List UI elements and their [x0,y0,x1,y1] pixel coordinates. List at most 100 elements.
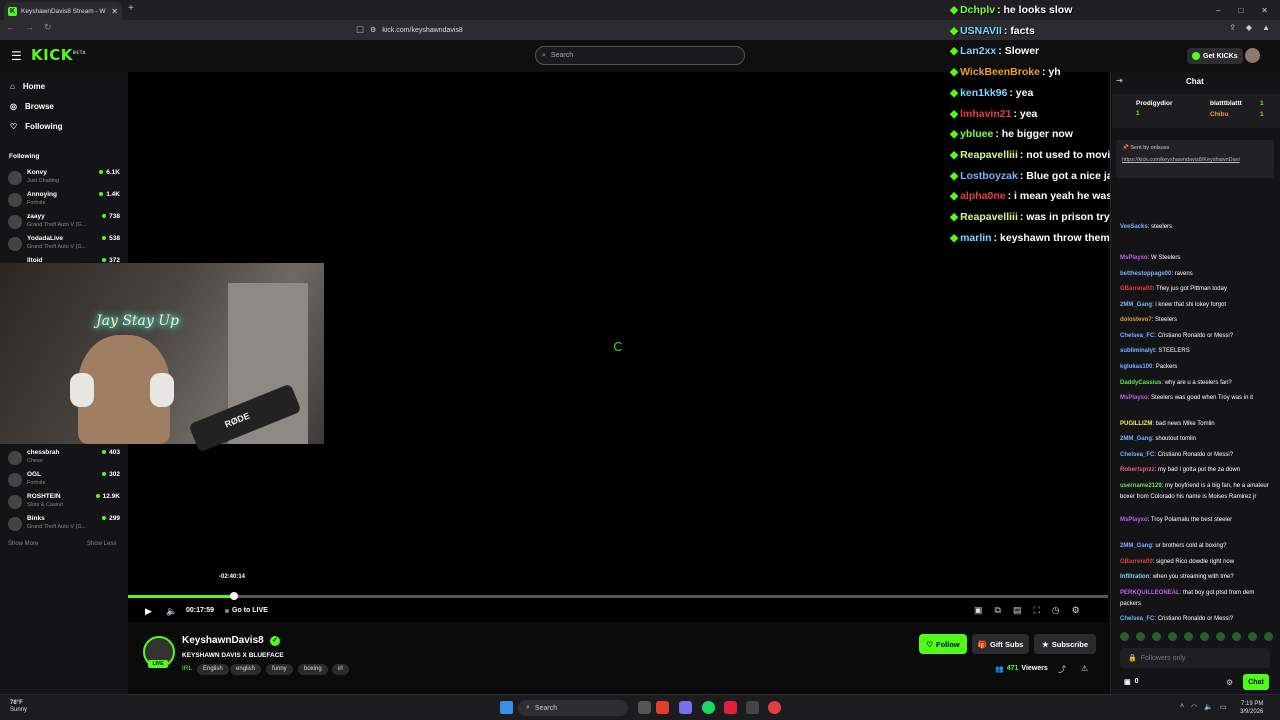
emote-icon[interactable] [1248,632,1257,641]
sidebar-item-browse[interactable]: ◎ Browse [10,102,54,111]
get-kicks-button[interactable]: Get KICKs [1187,48,1243,64]
chat-username[interactable]: subliminalyt [1120,348,1155,354]
app-icon[interactable] [746,701,759,714]
reload-icon[interactable]: ↻ [44,22,52,33]
chat-username[interactable]: 2MM_Gang [1120,436,1152,442]
url-field[interactable]: ☐ ⚙ kick.com/keyshawndavis8 [356,23,910,37]
emote-icon[interactable] [1136,632,1145,641]
kicks-balance[interactable]: ▣ 0 [1124,678,1139,686]
pinned-link[interactable]: https://kick.com/keyshawndavis8/Keyshawn… [1122,157,1268,163]
close-tab-icon[interactable]: ✕ [111,7,118,16]
show-more-button[interactable]: Show More [8,541,38,547]
sidebar-item-following[interactable]: ♡ Following [10,122,63,131]
discord-icon[interactable] [679,701,692,714]
settings-gear-icon[interactable]: ⚙ [1072,605,1080,616]
followed-channel[interactable]: OGL Fortnite 302 [8,471,120,491]
chat-username[interactable]: dolostevo7 [1120,317,1152,323]
emote-icon[interactable] [1216,632,1225,641]
share-icon[interactable]: ⤴ [1058,664,1066,675]
followed-channel[interactable]: Annoying Fortnite 1.4K [8,191,120,211]
maximize-button[interactable]: □ [1238,6,1243,15]
report-icon[interactable]: ⚠ [1081,664,1088,673]
send-chat-button[interactable]: Chat [1243,674,1269,690]
followed-channel[interactable]: ROSHTEIN Slots & Casino 12.9K [8,493,120,513]
chat-username[interactable]: GBarrera00 [1120,559,1153,565]
emote-icon[interactable] [1264,632,1273,641]
chevron-up-icon[interactable]: ˄ [1180,703,1184,711]
streamer-name[interactable]: KeyshawnDavis8 [182,635,264,646]
share-icon[interactable]: ⇪ [1229,23,1236,32]
chat-username[interactable]: MsPlayxo [1120,395,1148,401]
followed-channel[interactable]: Binks Grand Theft Auto V (G... 299 [8,515,120,535]
seek-handle[interactable] [229,592,238,600]
pinned-message[interactable]: 📌 Sent by onlsuxs https://kick.com/keysh… [1116,140,1274,178]
go-to-live-button[interactable]: Go to LIVE [225,607,268,614]
stream-category[interactable]: IRL [182,665,192,672]
spotify-icon[interactable] [702,701,715,714]
taskbar-search[interactable]: ⌕ Search [518,700,628,716]
chat-username[interactable]: kglukas100 [1120,364,1152,370]
chat-username[interactable]: MsPlayxo [1120,255,1148,261]
new-tab-button[interactable]: + [128,3,134,14]
adobe-app-icon[interactable] [724,701,737,714]
chat-username[interactable]: Robertsprzz [1120,467,1155,473]
search-input[interactable]: ⌕ Search [535,46,745,65]
chat-username[interactable]: Chelsea_FC [1120,333,1154,339]
stream-tag[interactable]: english [230,664,262,675]
browser-tab[interactable]: K KeyshawnDavis8 Stream - W ✕ [4,2,122,20]
emote-icon[interactable] [1120,632,1129,641]
windows-start-icon[interactable] [500,701,513,714]
subscribe-button[interactable]: ★ Subscribe [1034,634,1096,654]
fullscreen-icon[interactable]: ⛶ [1033,605,1039,616]
stream-tag[interactable]: English [197,664,229,675]
emote-icon[interactable] [1184,632,1193,641]
bookmark-icon[interactable]: ☐ [356,25,364,36]
chat-username[interactable]: MsPlayxo [1120,517,1148,523]
sidebar-item-home[interactable]: ⌂ Home [10,82,45,91]
obs-icon[interactable] [768,701,781,714]
chat-username[interactable]: Infiltration [1120,574,1149,580]
collapse-chat-icon[interactable]: ⇥ [1116,76,1123,85]
emote-icon[interactable] [1232,632,1241,641]
stream-tag[interactable]: irl [332,664,349,675]
stream-tag[interactable]: boxing [298,664,328,675]
theater-mode-icon[interactable]: ▣ [974,605,983,616]
kick-logo[interactable]: KICKBETA [31,46,86,64]
chat-username[interactable]: VeeSacks [1120,224,1148,230]
emote-icon[interactable] [1200,632,1209,641]
chat-username[interactable]: 2MM_Gang [1120,302,1152,308]
brave-browser-icon[interactable] [656,701,669,714]
emote-icon[interactable] [1152,632,1161,641]
gift-subs-button[interactable]: 🎁 Gift Subs [972,634,1029,654]
emote-icon[interactable] [1168,632,1177,641]
rewards-icon[interactable]: ▲ [1262,23,1270,32]
followed-channel[interactable]: YodadaLive Grand Theft Auto V (G... 538 [8,235,120,255]
wifi-icon[interactable]: ◠ [1191,703,1197,711]
speed-icon[interactable]: ◷ [1052,605,1060,616]
chat-username[interactable]: DaddyCassius [1120,380,1161,386]
forward-icon[interactable]: → [25,22,34,33]
seek-bar[interactable] [128,595,1108,598]
hamburger-menu-icon[interactable]: ☰ [11,49,22,63]
chat-username[interactable]: betthestoppage00 [1120,271,1171,277]
pip-icon[interactable]: ⧉ [995,605,1001,616]
site-info-icon[interactable]: ⚙ [370,26,376,34]
volume-icon[interactable]: 🔈 [166,606,177,617]
chat-input[interactable]: 🔒 Followers only [1120,648,1270,668]
chat-settings-icon[interactable]: ⚙ [1226,678,1233,687]
user-avatar[interactable] [1245,48,1260,63]
speaker-icon[interactable]: 🔈 [1204,703,1213,711]
minimize-button[interactable]: – [1216,6,1220,15]
chat-username[interactable]: Chelsea_FC [1120,452,1154,458]
battery-icon[interactable]: ▭ [1220,703,1227,711]
followed-channel[interactable]: chessbrah Chess 403 [8,449,120,469]
back-icon[interactable]: ← [6,22,15,33]
chat-username[interactable]: PUGILLIZM [1120,421,1152,427]
follow-button[interactable]: ♡ Follow [919,634,967,654]
chat-username[interactable]: 2MM_Gang [1120,543,1152,549]
close-window-button[interactable]: ✕ [1261,6,1268,15]
chat-username[interactable]: GBarrera00 [1120,286,1153,292]
clip-icon[interactable]: ▤ [1013,605,1022,616]
brave-shield-icon[interactable]: ◆ [1246,23,1252,32]
show-less-button[interactable]: Show Less [87,541,116,547]
